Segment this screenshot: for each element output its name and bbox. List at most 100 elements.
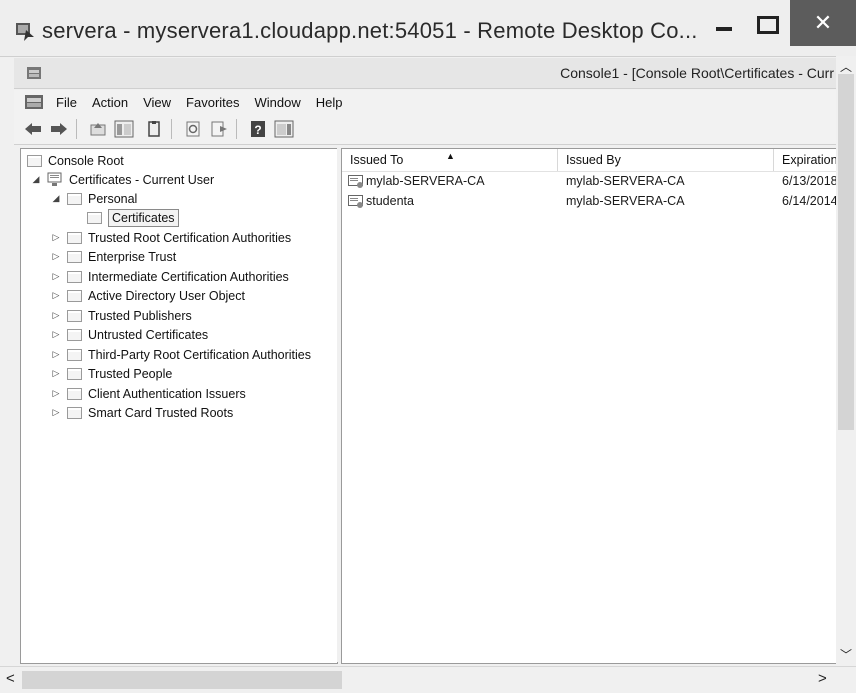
tree-item-untrusted-certificates[interactable]: ▷ Untrusted Certificates — [51, 325, 209, 344]
show-hide-tree-button[interactable] — [113, 118, 135, 140]
toolbar-separator — [171, 119, 172, 139]
tree-item-label: Client Authentication Issuers — [88, 386, 246, 401]
scroll-left-icon[interactable]: < — [6, 670, 15, 687]
horizontal-scrollbar[interactable]: < > — [0, 666, 856, 693]
collapsed-arrow-icon[interactable]: ▷ — [51, 310, 61, 321]
menu-view[interactable]: View — [137, 95, 180, 110]
back-button[interactable] — [22, 118, 44, 140]
certificate-icon — [348, 195, 363, 208]
certificate-icon — [348, 175, 363, 188]
menu-help[interactable]: Help — [310, 95, 352, 110]
rdp-title-bar: servera - myservera1.cloudapp.net:54051 … — [0, 0, 856, 57]
tree-item-label: Intermediate Certification Authorities — [88, 269, 289, 284]
tree-item-label: Trusted People — [88, 366, 173, 381]
mmc-console-icon — [27, 67, 41, 79]
tree-item-label: Trusted Publishers — [88, 308, 192, 323]
collapsed-arrow-icon[interactable]: ▷ — [51, 232, 61, 243]
collapsed-arrow-icon[interactable]: ▷ — [51, 349, 61, 360]
tree-item-client-auth-issuers[interactable]: ▷ Client Authentication Issuers — [51, 384, 246, 403]
tree-item-trusted-people[interactable]: ▷ Trusted People — [51, 364, 173, 383]
tree-item-label: Personal — [88, 191, 138, 206]
vertical-scroll-thumb[interactable] — [838, 74, 854, 430]
tree-item-label: Third-Party Root Certification Authoriti… — [88, 347, 312, 362]
tree-item-label: Untrusted Certificates — [88, 327, 209, 342]
help-button[interactable]: ? — [247, 118, 269, 140]
tree-item-trusted-root-ca[interactable]: ▷ Trusted Root Certification Authorities — [51, 228, 292, 247]
tree-item-console-root[interactable]: Console Root — [27, 151, 124, 170]
tree-item-personal[interactable]: ◢ Personal — [51, 189, 138, 208]
tree-item-intermediate-ca[interactable]: ▷ Intermediate Certification Authorities — [51, 267, 289, 286]
menu-favorites[interactable]: Favorites — [180, 95, 248, 110]
toolbar-separator — [76, 119, 77, 139]
refresh-button[interactable] — [182, 118, 204, 140]
certificate-store-icon — [47, 172, 62, 186]
folder-icon — [67, 231, 82, 244]
export-list-icon — [211, 121, 227, 137]
menu-file[interactable]: File — [50, 95, 86, 110]
expanded-arrow-icon[interactable]: ◢ — [51, 193, 61, 204]
tree-item-smart-card-trusted-roots[interactable]: ▷ Smart Card Trusted Roots — [51, 403, 234, 422]
cell-issued-to: studenta — [366, 194, 414, 208]
show-hide-tree-icon — [114, 120, 134, 138]
folder-icon — [67, 387, 82, 400]
forward-button[interactable] — [48, 118, 70, 140]
tree-item-certificates[interactable]: Certificates — [87, 208, 179, 227]
column-header-issued-to[interactable]: Issued To ▲ — [342, 149, 558, 171]
column-header-expiration[interactable]: Expiration — [774, 149, 837, 171]
show-hide-action-pane-button[interactable] — [273, 118, 295, 140]
export-list-button[interactable] — [208, 118, 230, 140]
up-icon — [90, 123, 106, 136]
collapsed-arrow-icon[interactable]: ▷ — [51, 271, 61, 282]
minimize-button[interactable] — [704, 6, 744, 44]
list-row[interactable]: mylab-SERVERA-CA mylab-SERVERA-CA 6/13/2… — [342, 172, 837, 192]
copy-button[interactable] — [143, 118, 165, 140]
collapsed-arrow-icon[interactable]: ▷ — [51, 251, 61, 262]
tree-item-label: Console Root — [48, 153, 124, 168]
scroll-up-icon[interactable]: ︿ — [840, 58, 852, 75]
maximize-icon — [757, 16, 779, 34]
close-icon: ✕ — [813, 10, 833, 35]
folder-icon — [67, 367, 82, 380]
back-icon — [25, 123, 41, 135]
results-list[interactable]: Issued To ▲ Issued By Expiration mylab-S… — [341, 148, 837, 664]
tree-item-third-party-root-ca[interactable]: ▷ Third-Party Root Certification Authori… — [51, 345, 311, 364]
cell-issued-by: mylab-SERVERA-CA — [566, 194, 685, 208]
cell-expiration: 6/13/2018 — [782, 174, 837, 188]
vertical-scrollbar[interactable]: ︿ ﹀ — [836, 56, 856, 666]
folder-icon — [67, 348, 82, 361]
up-one-level-button[interactable] — [87, 118, 109, 140]
toolbar-separator — [236, 119, 237, 139]
folder-icon — [27, 154, 42, 167]
tree-item-ad-user-object[interactable]: ▷ Active Directory User Object — [51, 286, 245, 305]
list-row[interactable]: studenta mylab-SERVERA-CA 6/14/2014 — [342, 192, 837, 212]
toolbar: ? — [14, 114, 836, 145]
menu-action[interactable]: Action — [86, 95, 137, 110]
scroll-down-icon[interactable]: ﹀ — [840, 646, 852, 663]
tree-item-enterprise-trust[interactable]: ▷ Enterprise Trust — [51, 247, 177, 266]
maximize-button[interactable] — [748, 6, 788, 44]
close-button[interactable]: ✕ — [790, 0, 856, 46]
tree-item-label: Trusted Root Certification Authorities — [88, 230, 292, 245]
mmc-window-title: Console1 - [Console Root\Certificates - … — [560, 65, 834, 81]
folder-icon — [67, 192, 82, 205]
collapsed-arrow-icon[interactable]: ▷ — [51, 329, 61, 340]
scroll-right-icon[interactable]: > — [818, 670, 827, 687]
horizontal-scroll-thumb[interactable] — [22, 671, 342, 689]
console-tree[interactable]: Console Root ◢ Certificates - Current Us… — [20, 148, 338, 664]
svg-text:?: ? — [254, 123, 261, 137]
collapsed-arrow-icon[interactable]: ▷ — [51, 388, 61, 399]
column-header-label: Issued By — [566, 153, 621, 167]
remote-desktop-icon — [16, 23, 34, 41]
collapsed-arrow-icon[interactable]: ▷ — [51, 368, 61, 379]
mmc-menu-icon — [25, 95, 43, 109]
collapsed-arrow-icon[interactable]: ▷ — [51, 407, 61, 418]
expanded-arrow-icon[interactable]: ◢ — [31, 174, 41, 185]
forward-icon — [51, 123, 67, 135]
tree-item-trusted-publishers[interactable]: ▷ Trusted Publishers — [51, 306, 192, 325]
folder-icon — [67, 328, 82, 341]
column-header-issued-by[interactable]: Issued By — [558, 149, 774, 171]
collapsed-arrow-icon[interactable]: ▷ — [51, 290, 61, 301]
menu-window[interactable]: Window — [249, 95, 310, 110]
tree-item-certificates-current-user[interactable]: ◢ Certificates - Current User — [31, 170, 214, 189]
folder-icon — [67, 250, 82, 263]
